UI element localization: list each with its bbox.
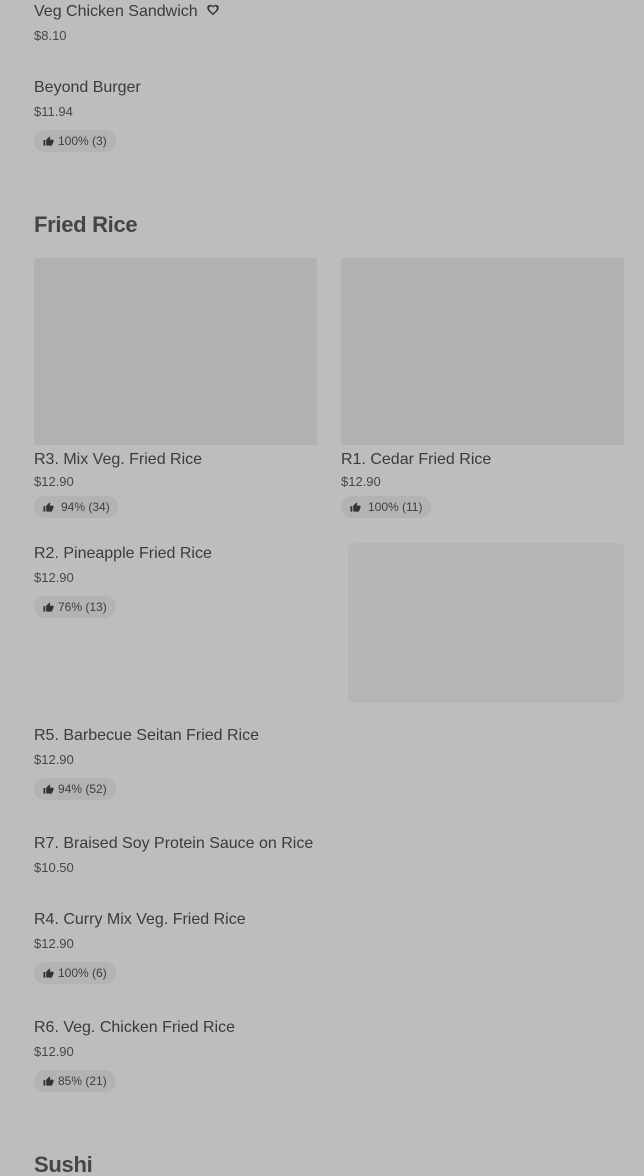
section-title-sushi: Sushi — [34, 1152, 93, 1176]
menu-card-r3[interactable]: R3. Mix Veg. Fried Rice $12.90 — [34, 450, 202, 490]
thumbs-up-icon — [43, 783, 54, 794]
rating-badge: 100% (11) — [341, 496, 432, 518]
thumbs-up-icon — [43, 601, 54, 612]
rating-badge: 94% (52) — [34, 778, 116, 800]
thumbs-up-icon — [43, 501, 54, 512]
menu-item-veg-chicken-sandwich[interactable]: Veg Chicken Sandwich $8.10 — [34, 2, 220, 44]
item-price: $12.90 — [34, 570, 74, 585]
menu-item-r2[interactable]: R2. Pineapple Fried Rice $12.90 — [34, 544, 212, 586]
item-price: $12.90 — [34, 1044, 74, 1059]
item-price: $10.50 — [34, 860, 74, 875]
menu-item-r5[interactable]: R5. Barbecue Seitan Fried Rice $12.90 — [34, 726, 259, 768]
item-name: R3. Mix Veg. Fried Rice — [34, 451, 203, 468]
menu-item-r7[interactable]: R7. Braised Soy Protein Sauce on Rice $1… — [34, 834, 313, 876]
thumbs-up-icon — [43, 1075, 54, 1086]
rating-badge: 76% (13) — [34, 596, 116, 618]
menu-item-beyond-burger[interactable]: Beyond Burger $11.94 — [34, 78, 141, 120]
item-name: Veg Chicken Sandwich — [34, 3, 198, 20]
item-price: $12.90 — [341, 474, 381, 489]
item-name: R6. Veg. Chicken Fried Rice — [34, 1019, 235, 1036]
item-price: $12.90 — [34, 936, 74, 951]
heart-icon — [207, 4, 219, 16]
item-name: R7. Braised Soy Protein Sauce on Rice — [34, 835, 314, 852]
item-name: Beyond Burger — [34, 79, 141, 96]
thumbs-up-icon — [350, 501, 361, 512]
menu-item-r4[interactable]: R4. Curry Mix Veg. Fried Rice $12.90 — [34, 910, 246, 952]
thumbs-up-icon — [43, 135, 54, 146]
menu-item-r6[interactable]: R6. Veg. Chicken Fried Rice $12.90 — [34, 1018, 235, 1060]
item-price: $8.10 — [34, 28, 67, 43]
item-price: $12.90 — [34, 752, 74, 767]
item-image[interactable] — [34, 258, 317, 445]
item-image[interactable] — [341, 258, 624, 445]
item-name: R4. Curry Mix Veg. Fried Rice — [34, 911, 246, 928]
item-name: R1. Cedar Fried Rice — [341, 451, 492, 468]
item-image[interactable] — [348, 543, 624, 703]
menu-card-r1[interactable]: R1. Cedar Fried Rice $12.90 — [341, 450, 491, 490]
rating-badge: 85% (21) — [34, 1070, 116, 1092]
item-price: $11.94 — [34, 104, 73, 119]
item-name: R5. Barbecue Seitan Fried Rice — [34, 727, 259, 744]
item-price: $12.90 — [34, 474, 74, 489]
rating-badge: 100% (3) — [34, 130, 116, 152]
thumbs-up-icon — [43, 967, 54, 978]
rating-badge: 100% (6) — [34, 962, 116, 984]
section-title-fried-rice: Fried Rice — [34, 212, 138, 237]
rating-badge: 94% (34) — [34, 496, 118, 518]
item-name: R2. Pineapple Fried Rice — [34, 545, 212, 562]
